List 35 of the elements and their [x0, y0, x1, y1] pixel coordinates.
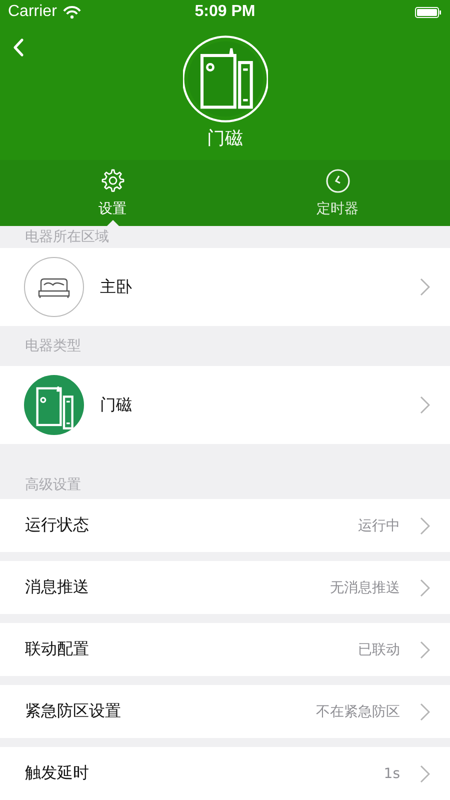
tab[interactable]: 定时器: [225, 160, 450, 226]
chevron-icon: [420, 578, 430, 596]
clock-icon: [324, 168, 350, 194]
chevron-icon: [420, 764, 430, 782]
status-time: 5:09 PM: [194, 3, 256, 21]
chevron-icon: [420, 396, 430, 414]
row-value: 1s: [384, 766, 400, 782]
section-header: 电器类型: [25, 337, 81, 355]
list-row[interactable]: 触发延时 1s: [0, 747, 450, 800]
row-value: 运行中: [358, 516, 400, 534]
chevron-icon: [420, 516, 430, 534]
door-sensor-icon: [24, 375, 84, 435]
list-row[interactable]: 紧急防区设置 不在紧急防区: [0, 685, 450, 738]
chevron-icon: [420, 702, 430, 720]
section-header: 电器所在区域: [25, 228, 109, 246]
tab[interactable]: 设置: [0, 160, 225, 226]
list-row[interactable]: 主卧: [0, 248, 450, 326]
list-row[interactable]: 消息推送 无消息推送: [0, 561, 450, 614]
section-header: 高级设置: [25, 476, 81, 494]
wifi-icon: [62, 6, 81, 18]
selection-caret: [106, 220, 118, 226]
row-value: 已联动: [358, 640, 400, 658]
list-row[interactable]: 联动配置 已联动: [0, 623, 450, 676]
row-value: 不在紧急防区: [316, 702, 400, 720]
chevron-icon: [420, 278, 430, 296]
carrier-label: Carrier: [8, 3, 57, 21]
settings-icon: [100, 168, 126, 194]
chevron-icon: [420, 640, 430, 658]
device-title: 门磁: [207, 127, 243, 150]
battery-icon: [415, 6, 442, 18]
list-row[interactable]: 门磁: [0, 366, 450, 444]
bed-icon: [24, 257, 84, 317]
row-value: 无消息推送: [330, 578, 400, 596]
list-row[interactable]: 运行状态 运行中: [0, 499, 450, 552]
back-icon: [12, 38, 25, 57]
